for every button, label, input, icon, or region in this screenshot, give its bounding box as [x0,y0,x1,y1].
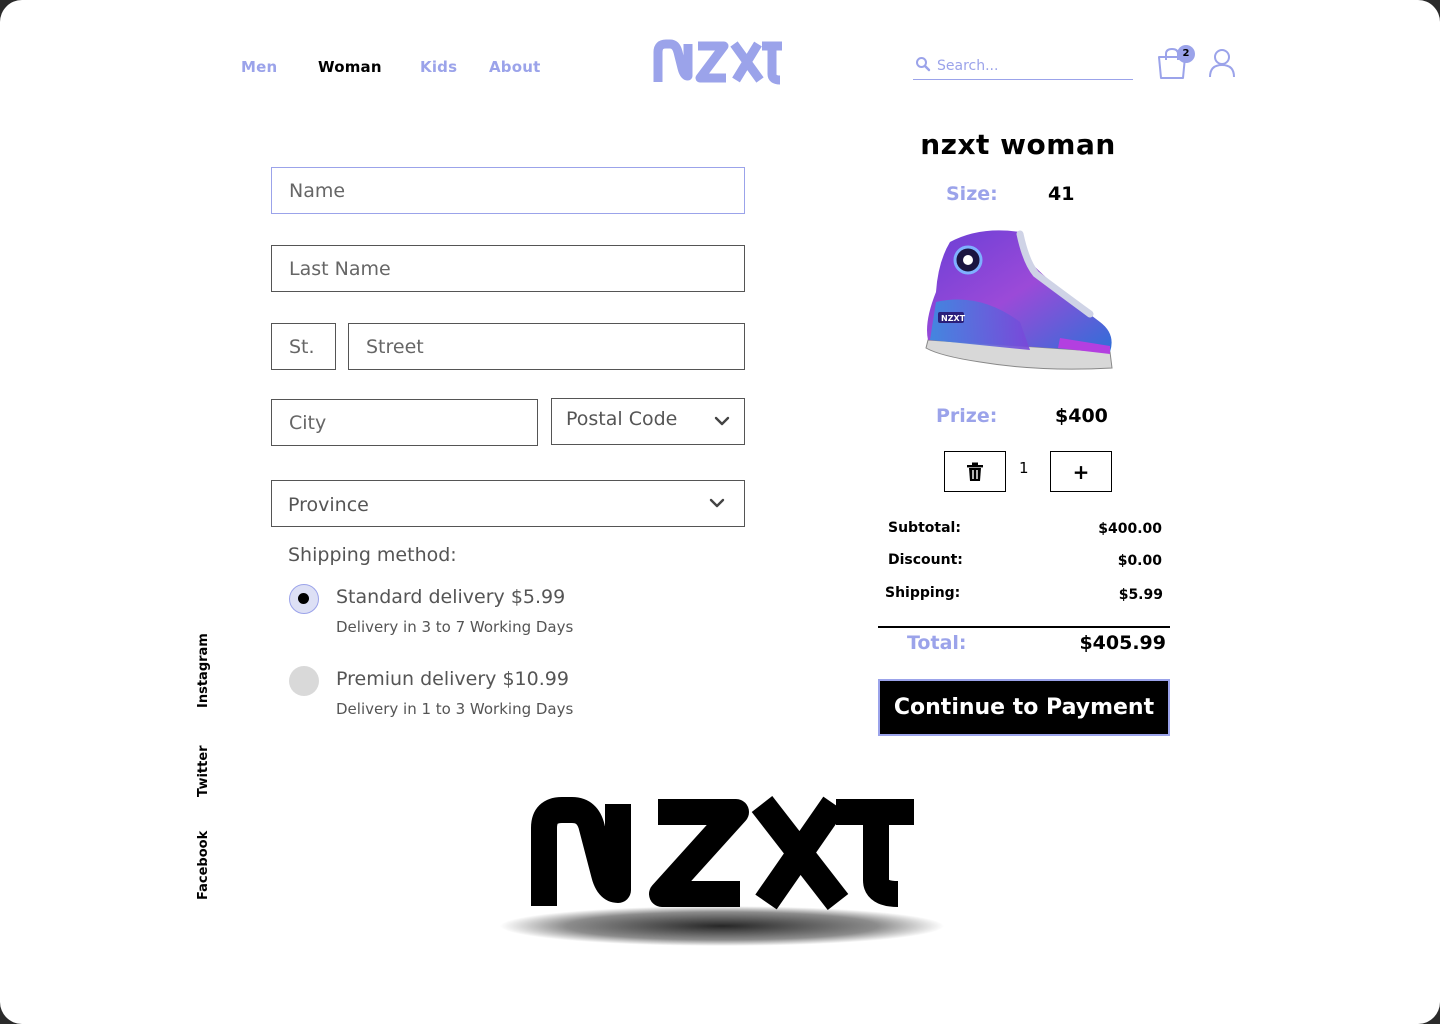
shipping-cost-value: $5.99 [1118,587,1163,603]
street-number-input[interactable] [272,324,335,369]
app-window: Men Woman Kids About 2 [0,0,1440,1024]
social-link-instagram[interactable]: Instagram [196,633,211,708]
user-account-icon[interactable] [1208,48,1236,78]
name-input[interactable] [272,168,744,213]
nav-link-kids[interactable]: Kids [420,58,457,76]
shipping-cost-label: Shipping: [885,585,961,601]
search-input[interactable] [937,56,1127,76]
trash-icon [967,462,983,481]
subtotal-label: Subtotal: [888,520,961,536]
shipping-method-label: Shipping method: [288,544,457,566]
city-field[interactable] [271,399,538,446]
postal-code-select[interactable]: Postal Code [551,398,745,445]
discount-value: $0.00 [1117,553,1162,569]
premium-delivery-radio[interactable] [289,666,319,696]
product-title: nzxt woman [920,128,1116,161]
postal-code-label: Postal Code [566,408,678,430]
nav-link-woman[interactable]: Woman [318,58,382,76]
size-label: Size: [946,183,998,205]
social-link-twitter[interactable]: Twitter [196,745,211,797]
standard-delivery-title: Standard delivery $5.99 [336,586,566,608]
street-input[interactable] [349,324,744,369]
quantity-value: 1 [1019,459,1029,477]
standard-delivery-subtitle: Delivery in 3 to 7 Working Days [336,618,574,636]
premium-delivery-subtitle: Delivery in 1 to 3 Working Days [336,700,574,718]
size-value: 41 [1048,183,1075,205]
province-label: Province [288,494,369,516]
street-field[interactable] [348,323,745,370]
product-image-sneaker: NZXT [925,230,1113,370]
svg-text:NZXT: NZXT [941,314,966,323]
subtotal-value: $400.00 [1098,521,1162,537]
province-select[interactable]: Province [271,480,745,527]
price-value: $400 [1055,405,1108,427]
name-field[interactable] [271,167,745,214]
street-number-field[interactable] [271,323,336,370]
social-link-facebook[interactable]: Facebook [196,831,211,900]
total-value: $405.99 [1079,632,1166,654]
search-icon [916,57,931,72]
nav-link-about[interactable]: About [489,58,541,76]
remove-item-button[interactable] [944,451,1006,492]
nav-link-men[interactable]: Men [241,58,277,76]
chevron-down-icon [709,498,725,508]
price-label: Prize: [936,405,998,427]
last-name-input[interactable] [272,246,744,291]
chevron-down-icon [714,416,730,426]
nzxt-footer-logo [500,796,944,946]
increase-quantity-button[interactable]: + [1050,451,1112,492]
last-name-field[interactable] [271,245,745,292]
standard-delivery-radio[interactable] [289,584,319,614]
nzxt-logo[interactable] [652,38,784,86]
city-input[interactable] [272,400,537,445]
premium-delivery-title: Premiun delivery $10.99 [336,668,569,690]
cart-count-badge: 2 [1177,45,1195,63]
continue-to-payment-button[interactable]: Continue to Payment [878,679,1170,736]
search-bar[interactable] [913,54,1133,80]
discount-label: Discount: [888,552,963,568]
summary-divider [878,626,1170,628]
total-label: Total: [907,632,967,654]
